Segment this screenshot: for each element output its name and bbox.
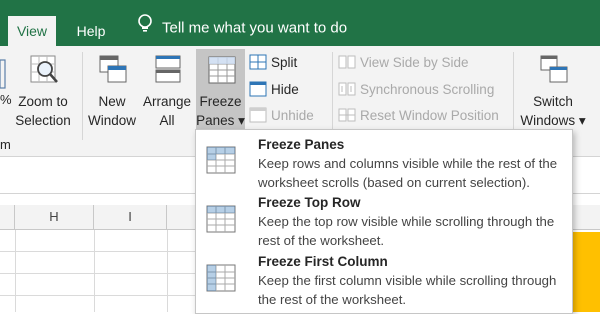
tell-me-search[interactable]: Tell me what you want to do xyxy=(136,13,347,43)
column-header-i[interactable]: I xyxy=(94,205,167,229)
synchronous-scrolling-icon xyxy=(338,81,356,97)
arrange-all-label: Arrange All xyxy=(142,94,192,128)
reset-window-position-button[interactable]: Reset Window Position xyxy=(338,105,499,127)
tab-help[interactable]: Help xyxy=(68,16,114,46)
freeze-panes-menu: Freeze Panes Keep rows and columns visib… xyxy=(195,129,573,314)
freeze-panes-label: Freeze Panes ▾ xyxy=(196,94,245,128)
arrange-all-button[interactable]: Arrange All xyxy=(140,46,194,146)
menu-item-description: Keep rows and columns visible while the … xyxy=(258,156,558,190)
reset-window-position-icon xyxy=(338,107,356,123)
split-button[interactable]: Split xyxy=(249,52,297,74)
zoom-icon-partial xyxy=(0,58,6,92)
grid-column-line xyxy=(167,230,168,312)
zoom-to-selection-label: Zoom to Selection xyxy=(15,94,71,128)
freeze-panes-icon xyxy=(206,146,236,174)
freeze-panes-icon xyxy=(207,55,235,85)
column-header-partial[interactable] xyxy=(167,205,196,229)
ribbon-separator xyxy=(513,52,514,140)
zoom-to-selection-icon xyxy=(29,54,58,84)
grid-column-line xyxy=(15,230,16,312)
ribbon-separator xyxy=(332,52,333,140)
side-by-side-icon xyxy=(338,54,356,70)
column-header-h[interactable]: H xyxy=(15,205,94,229)
zoom-to-selection-button[interactable]: Zoom to Selection xyxy=(10,46,76,146)
highlighted-cell[interactable] xyxy=(572,232,600,312)
new-window-icon xyxy=(98,54,127,84)
column-header-partial[interactable] xyxy=(0,205,15,229)
switch-windows-icon xyxy=(539,54,568,84)
view-side-by-side-button[interactable]: View Side by Side xyxy=(338,52,469,74)
switch-windows-label: Switch Windows ▾ xyxy=(520,94,586,128)
menu-item-description: Keep the top row visible while scrolling… xyxy=(258,214,555,248)
menu-item-title: Freeze Panes xyxy=(258,137,345,152)
freeze-top-row-icon xyxy=(206,205,236,233)
menu-item-freeze-panes[interactable]: Freeze Panes Keep rows and columns visib… xyxy=(196,130,572,190)
menu-item-description: Keep the first column visible while scro… xyxy=(258,273,557,307)
ribbon-separator xyxy=(82,52,83,140)
hide-icon xyxy=(249,81,267,97)
freeze-first-column-icon xyxy=(206,264,236,292)
new-window-label: New Window xyxy=(87,94,136,128)
menu-item-freeze-top-row[interactable]: Freeze Top Row Keep the top row visible … xyxy=(196,190,572,250)
tell-me-text: Tell me what you want to do xyxy=(162,19,348,37)
freeze-panes-button[interactable]: Freeze Panes ▾ xyxy=(196,49,245,130)
unhide-icon xyxy=(249,107,267,123)
tab-view[interactable]: View xyxy=(8,16,56,46)
arrange-all-icon xyxy=(153,54,181,84)
split-icon xyxy=(249,54,267,70)
synchronous-scrolling-button[interactable]: Synchronous Scrolling xyxy=(338,79,494,101)
grid-column-line xyxy=(94,230,95,312)
lightbulb-icon xyxy=(136,13,154,44)
column-header-partial[interactable] xyxy=(571,205,600,229)
new-window-button[interactable]: New Window xyxy=(86,46,138,146)
menu-item-title: Freeze Top Row xyxy=(258,195,361,210)
unhide-button[interactable]: Unhide xyxy=(249,105,314,127)
hide-button[interactable]: Hide xyxy=(249,79,299,101)
menu-item-freeze-first-column[interactable]: Freeze First Column Keep the first colum… xyxy=(196,250,572,312)
menu-item-title: Freeze First Column xyxy=(258,254,388,269)
